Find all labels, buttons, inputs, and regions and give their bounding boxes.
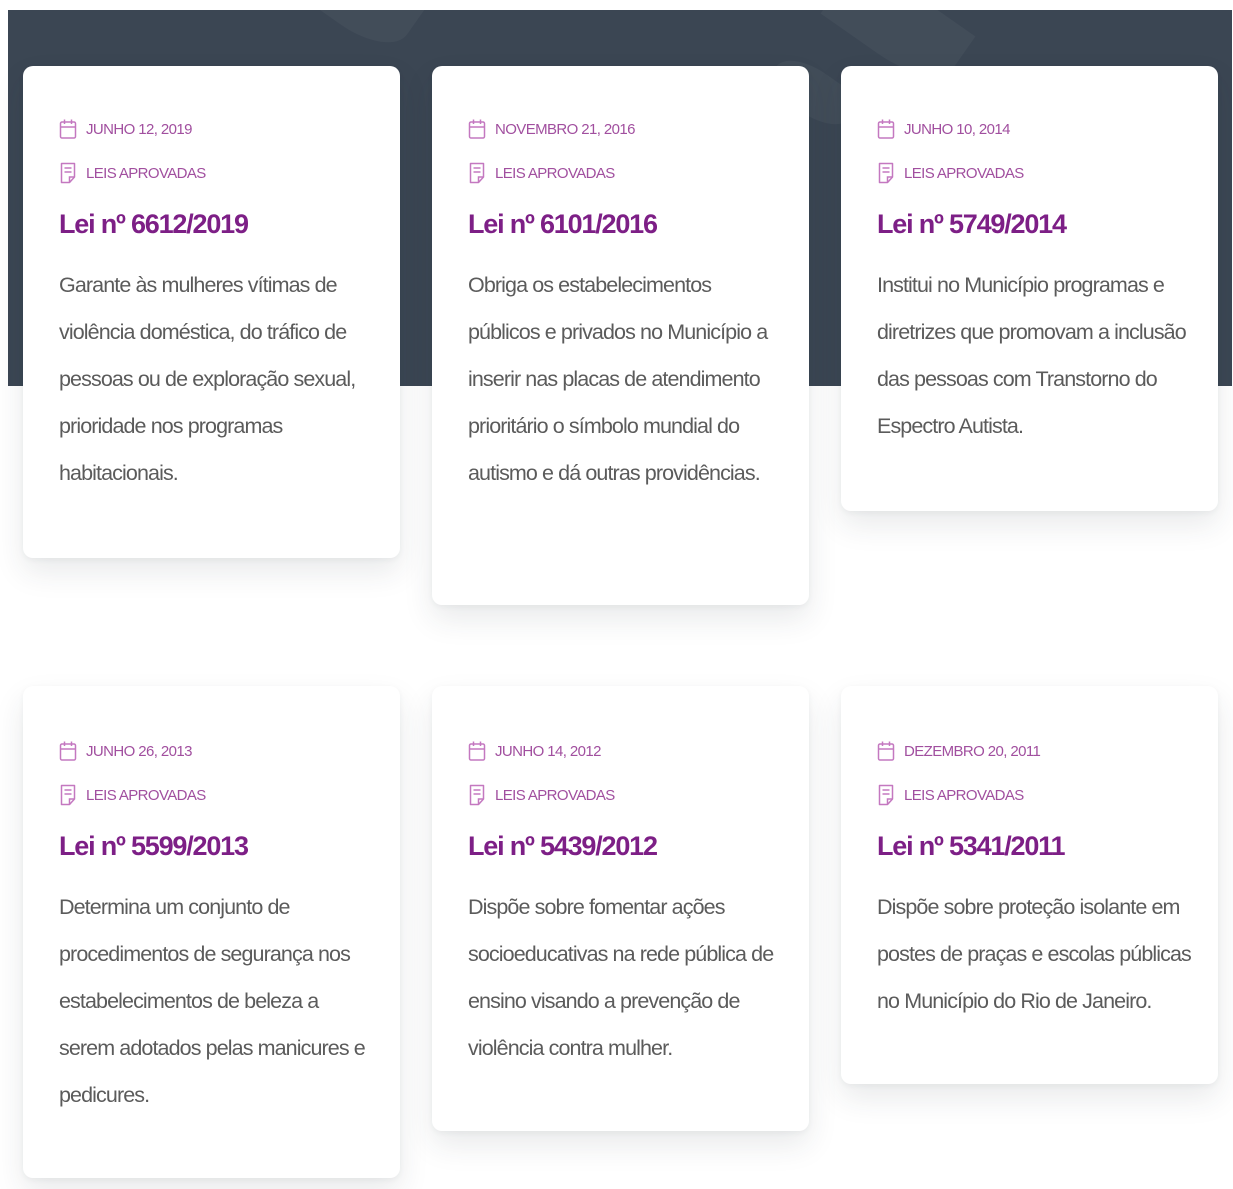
law-title-link[interactable]: Lei nº 5599/2013 bbox=[59, 826, 370, 866]
law-card[interactable]: JUNHO 12, 2019 LEIS APROVADAS Lei nº 661… bbox=[23, 66, 400, 558]
post-category-label: LEIS APROVADAS bbox=[86, 164, 206, 182]
post-category-label: LEIS APROVADAS bbox=[495, 164, 615, 182]
post-date[interactable]: NOVEMBRO 21, 2016 bbox=[468, 118, 635, 140]
post-meta: JUNHO 12, 2019 LEIS APROVADAS bbox=[59, 118, 370, 184]
post-category-label: LEIS APROVADAS bbox=[904, 786, 1024, 804]
law-title-link[interactable]: Lei nº 5749/2014 bbox=[877, 204, 1188, 244]
post-date-label: JUNHO 14, 2012 bbox=[495, 742, 601, 760]
post-category[interactable]: LEIS APROVADAS bbox=[59, 784, 206, 806]
post-date[interactable]: JUNHO 26, 2013 bbox=[59, 740, 192, 762]
page: JUNHO 12, 2019 LEIS APROVADAS Lei nº 661… bbox=[0, 0, 1233, 1189]
post-meta: JUNHO 10, 2014 LEIS APROVADAS bbox=[877, 118, 1188, 184]
law-card[interactable]: DEZEMBRO 20, 2011 LEIS APROVADAS Lei nº … bbox=[841, 686, 1218, 1084]
law-excerpt: Obriga os estabelecimentos públicos e pr… bbox=[468, 273, 768, 485]
post-date[interactable]: JUNHO 12, 2019 bbox=[59, 118, 192, 140]
law-title-link[interactable]: Lei nº 5341/2011 bbox=[877, 826, 1200, 866]
post-category[interactable]: LEIS APROVADAS bbox=[468, 162, 615, 184]
calendar-icon bbox=[877, 119, 895, 139]
post-meta: DEZEMBRO 20, 2011 LEIS APROVADAS bbox=[877, 740, 1200, 806]
document-icon bbox=[469, 784, 485, 806]
document-icon bbox=[60, 162, 76, 184]
document-icon bbox=[878, 784, 894, 806]
calendar-icon bbox=[59, 119, 77, 139]
post-date[interactable]: JUNHO 14, 2012 bbox=[468, 740, 601, 762]
calendar-icon bbox=[59, 741, 77, 761]
law-card[interactable]: JUNHO 26, 2013 LEIS APROVADAS Lei nº 559… bbox=[23, 686, 400, 1178]
post-date[interactable]: DEZEMBRO 20, 2011 bbox=[877, 740, 1041, 762]
post-date-label: NOVEMBRO 21, 2016 bbox=[495, 120, 635, 138]
law-card[interactable]: NOVEMBRO 21, 2016 LEIS APROVADAS Lei nº … bbox=[432, 66, 809, 605]
post-date-label: JUNHO 12, 2019 bbox=[86, 120, 192, 138]
post-date[interactable]: JUNHO 10, 2014 bbox=[877, 118, 1010, 140]
post-date-label: DEZEMBRO 20, 2011 bbox=[904, 742, 1041, 760]
post-category[interactable]: LEIS APROVADAS bbox=[877, 162, 1024, 184]
law-title-link[interactable]: Lei nº 6101/2016 bbox=[468, 204, 779, 244]
law-excerpt: Dispõe sobre proteção isolante em postes… bbox=[877, 895, 1192, 1013]
post-date-label: JUNHO 26, 2013 bbox=[86, 742, 192, 760]
calendar-icon bbox=[877, 741, 895, 761]
document-icon bbox=[60, 784, 76, 806]
post-category[interactable]: LEIS APROVADAS bbox=[877, 784, 1024, 806]
post-date-label: JUNHO 10, 2014 bbox=[904, 120, 1010, 138]
law-card[interactable]: JUNHO 10, 2014 LEIS APROVADAS Lei nº 574… bbox=[841, 66, 1218, 511]
law-title-link[interactable]: Lei nº 5439/2012 bbox=[468, 826, 779, 866]
law-excerpt: Garante às mulheres vítimas de violência… bbox=[59, 273, 356, 485]
law-excerpt: Determina um conjunto de procedimentos d… bbox=[59, 895, 366, 1107]
post-meta: JUNHO 14, 2012 LEIS APROVADAS bbox=[468, 740, 779, 806]
post-category-label: LEIS APROVADAS bbox=[904, 164, 1024, 182]
document-icon bbox=[878, 162, 894, 184]
post-meta: JUNHO 26, 2013 LEIS APROVADAS bbox=[59, 740, 370, 806]
document-icon bbox=[469, 162, 485, 184]
post-meta: NOVEMBRO 21, 2016 LEIS APROVADAS bbox=[468, 118, 779, 184]
post-category[interactable]: LEIS APROVADAS bbox=[59, 162, 206, 184]
post-category-label: LEIS APROVADAS bbox=[495, 786, 615, 804]
post-category-label: LEIS APROVADAS bbox=[86, 786, 206, 804]
law-title-link[interactable]: Lei nº 6612/2019 bbox=[59, 204, 370, 244]
calendar-icon bbox=[468, 119, 486, 139]
law-card[interactable]: JUNHO 14, 2012 LEIS APROVADAS Lei nº 543… bbox=[432, 686, 809, 1131]
post-category[interactable]: LEIS APROVADAS bbox=[468, 784, 615, 806]
law-excerpt: Dispõe sobre fomentar ações socioeducati… bbox=[468, 895, 774, 1060]
law-excerpt: Institui no Município programas e diretr… bbox=[877, 273, 1187, 438]
calendar-icon bbox=[468, 741, 486, 761]
